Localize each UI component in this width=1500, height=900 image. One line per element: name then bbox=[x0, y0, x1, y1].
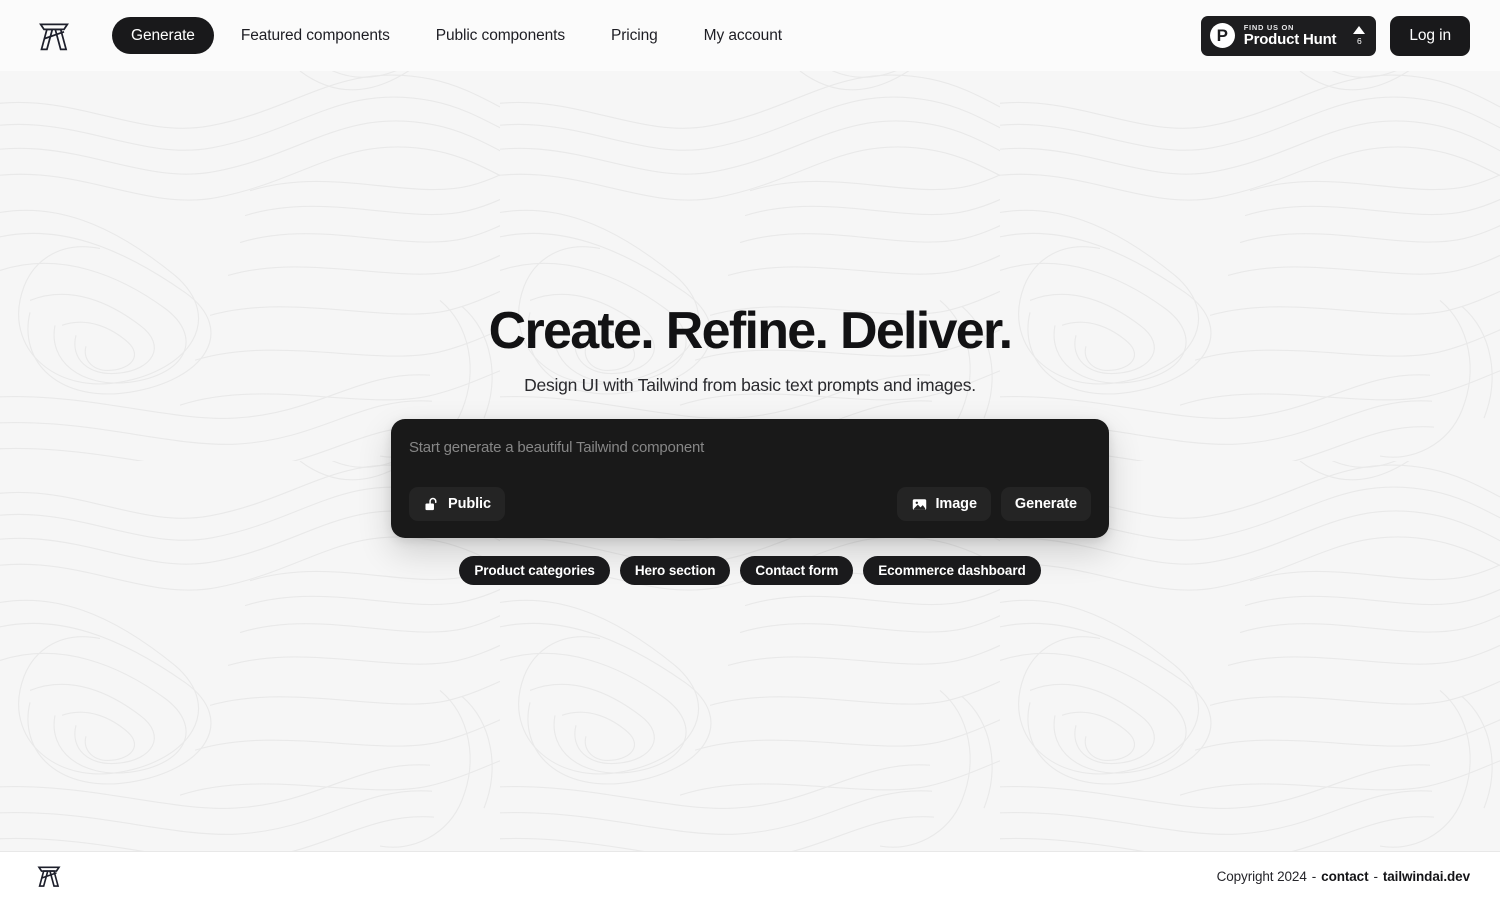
header-actions: P FIND US ON Product Hunt 6 Log in bbox=[1200, 15, 1470, 56]
attach-image-button[interactable]: Image bbox=[896, 487, 991, 522]
page-subtitle: Design UI with Tailwind from basic text … bbox=[524, 375, 976, 396]
hero-content: Create. Refine. Deliver. Design UI with … bbox=[0, 71, 1500, 586]
app-root: Generate Featured components Public comp… bbox=[0, 0, 1500, 900]
product-hunt-kicker: FIND US ON bbox=[1243, 22, 1295, 32]
prompt-action-row: Public Image Generate bbox=[409, 487, 1091, 522]
prompt-primary-actions: Image Generate bbox=[896, 487, 1091, 522]
page-title: Create. Refine. Deliver. bbox=[488, 302, 1013, 360]
top-navigation-bar: Generate Featured components Public comp… bbox=[0, 0, 1500, 71]
product-hunt-badge[interactable]: P FIND US ON Product Hunt 6 bbox=[1200, 15, 1377, 56]
footer-tailwindai-monogram-logo[interactable] bbox=[34, 861, 64, 891]
product-hunt-text: FIND US ON Product Hunt bbox=[1244, 24, 1337, 48]
nav-item-featured-components[interactable]: Featured components bbox=[222, 17, 409, 55]
image-icon bbox=[912, 498, 926, 510]
generate-button[interactable]: Generate bbox=[1000, 487, 1091, 522]
nav-item-public-components[interactable]: Public components bbox=[417, 17, 584, 55]
suggestion-chip-contact-form[interactable]: Contact form bbox=[740, 556, 854, 586]
nav-item-pricing[interactable]: Pricing bbox=[592, 17, 677, 55]
product-hunt-title: Product Hunt bbox=[1243, 31, 1337, 49]
product-hunt-upvote[interactable]: 6 bbox=[1349, 25, 1366, 46]
hero-section: Create. Refine. Deliver. Design UI with … bbox=[0, 71, 1500, 852]
nav-item-my-account[interactable]: My account bbox=[685, 17, 801, 55]
unlock-icon bbox=[425, 497, 437, 510]
attach-image-label: Image bbox=[935, 496, 978, 513]
footer-separator-2: - bbox=[1373, 868, 1378, 884]
prompt-composer-card: Public Image Generate bbox=[391, 419, 1109, 539]
suggestion-chip-product-categories[interactable]: Product categories bbox=[459, 556, 610, 586]
visibility-toggle-public[interactable]: Public bbox=[409, 487, 505, 522]
visibility-toggle-label: Public bbox=[448, 496, 491, 513]
footer-contact-link[interactable]: contact bbox=[1321, 869, 1368, 884]
login-button[interactable]: Log in bbox=[1390, 15, 1470, 56]
primary-nav: Generate Featured components Public comp… bbox=[112, 16, 801, 55]
site-footer: Copyright 2024 - contact - tailwindai.de… bbox=[0, 852, 1500, 900]
product-hunt-icon: P bbox=[1209, 23, 1235, 48]
product-hunt-upvote-count: 6 bbox=[1356, 35, 1362, 46]
footer-copyright-text: Copyright 2024 bbox=[1216, 868, 1307, 884]
nav-item-generate[interactable]: Generate bbox=[112, 16, 214, 55]
footer-separator-1: - bbox=[1311, 868, 1317, 884]
suggestion-chip-list: Product categories Hero section Contact … bbox=[459, 556, 1041, 586]
prompt-input[interactable] bbox=[409, 439, 1091, 464]
triangle-up-icon bbox=[1353, 25, 1366, 34]
suggestion-chip-ecommerce-dashboard[interactable]: Ecommerce dashboard bbox=[863, 556, 1041, 586]
suggestion-chip-hero-section[interactable]: Hero section bbox=[619, 556, 731, 586]
tailwindai-monogram-logo[interactable] bbox=[34, 16, 74, 56]
footer-site-link[interactable]: tailwindai.dev bbox=[1383, 869, 1470, 884]
footer-copyright: Copyright 2024 - contact - tailwindai.de… bbox=[1216, 868, 1471, 884]
